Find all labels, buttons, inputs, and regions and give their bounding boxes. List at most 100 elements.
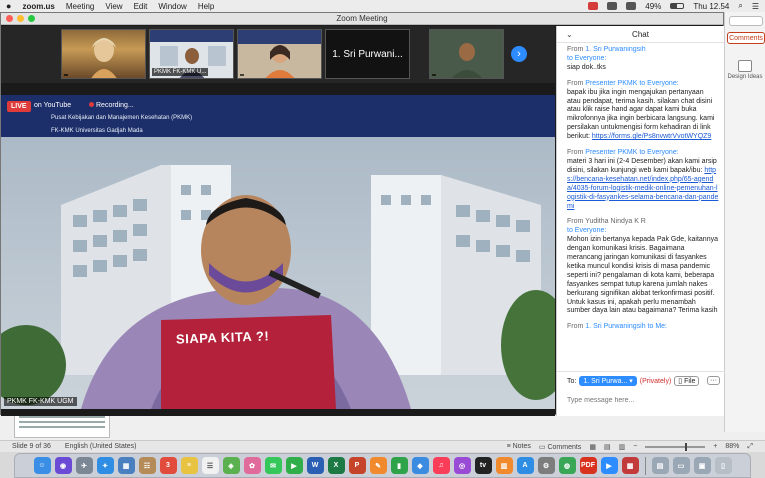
zoom-icon[interactable]: ▶ <box>600 457 618 474</box>
safari-icon[interactable]: ✦ <box>96 457 114 474</box>
photo-slideshow-icon[interactable]: ▦ <box>117 457 135 474</box>
zoom-level[interactable]: 88% <box>725 443 739 450</box>
next-page-button[interactable]: › <box>511 46 527 62</box>
recipient-select[interactable]: 1. Sri Purwa... ▾ <box>579 376 637 386</box>
chat-link[interactable]: https://forms.gle/Ps8nvwtrVvotWYQZ9 <box>592 133 711 140</box>
file-button[interactable]: ▯ File <box>674 376 700 386</box>
facetime-icon[interactable]: ▶ <box>285 457 303 474</box>
participant-tile[interactable]: PKMK FK-KMK U... <box>149 29 234 79</box>
books-icon[interactable]: ▥ <box>495 457 513 474</box>
notes-button[interactable]: ≡ Notes <box>507 443 531 450</box>
notes-icon[interactable]: ≡ <box>180 457 198 474</box>
banner-university: FK-KMK Universitas Gadjah Mada <box>51 128 143 134</box>
ppt-comments-button[interactable]: Comments <box>727 32 765 44</box>
status-comments-button[interactable]: ▭ Comments <box>539 443 581 451</box>
reading-view-icon[interactable]: ▥ <box>619 443 626 451</box>
zoom-window-title: Zoom Meeting <box>336 14 388 23</box>
chat-panel: ⌄ Chat From 1. Sri Purwaningsih to Every… <box>556 26 725 416</box>
language-indicator[interactable]: English (United States) <box>65 443 137 450</box>
maps-icon[interactable]: ◈ <box>222 457 240 474</box>
participant-tile[interactable] <box>237 29 322 79</box>
recording-dot-icon <box>89 102 94 107</box>
menu-item-help[interactable]: Help <box>198 2 214 11</box>
pdf-icon[interactable]: PDF <box>579 457 597 474</box>
banner-institution: Pusat Kebijakan dan Manajemen Kesehatan … <box>51 115 193 121</box>
control-center-icon[interactable]: ☰ <box>752 2 759 11</box>
chevron-down-icon[interactable]: ⌄ <box>566 26 573 43</box>
tv-icon[interactable]: tv <box>474 457 492 474</box>
word-icon[interactable]: W <box>306 457 324 474</box>
fullscreen-window-button[interactable] <box>28 15 35 22</box>
slide-counter: Slide 9 of 36 <box>12 443 51 450</box>
normal-view-icon[interactable]: ▦ <box>589 443 596 451</box>
messages-icon[interactable]: ✉ <box>264 457 282 474</box>
speaker-name-label: PKMK FK-KMK UGM <box>4 397 77 406</box>
zoom-meeting-window: Zoom Meeting PKMK FK-KMK U... 1. Sri Pur… <box>0 12 725 416</box>
battery-icon[interactable] <box>670 3 685 9</box>
main-speaker-video[interactable]: LIVE on YouTube Recording... Pusat Kebij… <box>1 95 555 409</box>
menu-status-area: 49% Thu 12.54 ⌕ ☰ <box>588 1 759 11</box>
live-badge[interactable]: LIVE <box>7 101 31 112</box>
keynote-icon[interactable]: ◆ <box>411 457 429 474</box>
launchpad-icon[interactable]: ✈ <box>75 457 93 474</box>
powerpoint-ribbon-right: Comments Design Ideas <box>724 12 765 432</box>
slide-sorter-icon[interactable]: ▤ <box>604 443 611 451</box>
podcasts-icon[interactable]: ◎ <box>453 457 471 474</box>
music-icon[interactable]: ♫ <box>432 457 450 474</box>
menu-item-edit[interactable]: Edit <box>134 2 148 11</box>
chat-messages[interactable]: From 1. Sri Purwaningsih to Everyone: si… <box>557 46 725 368</box>
ppt-design-ideas-button[interactable]: Design Ideas <box>727 60 763 80</box>
participant-tile[interactable] <box>61 29 146 79</box>
pages-icon[interactable]: ✎ <box>369 457 387 474</box>
menu-app-name[interactable]: zoom.us <box>22 2 54 11</box>
participant-tile-name[interactable]: 1. Sri Purwani... <box>325 29 410 79</box>
chrome-icon[interactable]: ◍ <box>558 457 576 474</box>
dock: ☺ ◉ ✈ ✦ ▦ ☷ 3 ≡ ☰ ◈ ✿ ✉ ▶ W X P ✎ ▮ ◆ ♫ ◎ tv ▥ A ⚙ ◍ PDF ▶ ▦ ▤ ▭ ▣ ▯ <box>14 453 751 478</box>
system-preferences-icon[interactable]: ⚙ <box>537 457 555 474</box>
window-controls <box>6 15 35 22</box>
menu-item-view[interactable]: View <box>105 2 122 11</box>
finder-icon[interactable]: ☺ <box>33 457 51 474</box>
more-options-button[interactable]: ··· <box>707 376 720 385</box>
downloads-icon[interactable]: ▣ <box>693 457 711 474</box>
design-ideas-label: Design Ideas <box>727 74 763 80</box>
screenshot-icon[interactable]: ▭ <box>672 457 690 474</box>
apple-menu-icon[interactable]: ● <box>6 1 11 11</box>
chat-compose: To: 1. Sri Purwa... ▾ (Privately) ▯ File… <box>557 371 725 416</box>
close-window-button[interactable] <box>6 15 13 22</box>
calendar-icon[interactable]: 3 <box>159 457 177 474</box>
chat-message-input[interactable] <box>567 394 717 406</box>
zoom-titlebar: Zoom Meeting <box>1 13 723 25</box>
youtube-live-label: on YouTube <box>34 102 72 109</box>
numbers-icon[interactable]: ▮ <box>390 457 408 474</box>
siri-icon[interactable]: ◉ <box>54 457 72 474</box>
zoom-out-icon[interactable]: − <box>633 443 637 450</box>
battery-percent: 49% <box>645 1 662 11</box>
app-store-icon[interactable]: A <box>516 457 534 474</box>
powerpoint-icon[interactable]: P <box>348 457 366 474</box>
app-grid-icon[interactable]: ▦ <box>621 457 639 474</box>
minimize-window-button[interactable] <box>17 15 24 22</box>
menu-item-meeting[interactable]: Meeting <box>66 2 94 11</box>
photos-icon[interactable]: ✿ <box>243 457 261 474</box>
recording-indicator[interactable]: Recording... <box>89 102 134 109</box>
trash-icon[interactable]: ▯ <box>714 457 732 474</box>
contacts-icon[interactable]: ☷ <box>138 457 156 474</box>
chevron-right-icon: › <box>517 48 521 60</box>
menu-clock[interactable]: Thu 12.54 <box>693 2 729 11</box>
menu-item-window[interactable]: Window <box>158 2 186 11</box>
zoom-slider[interactable] <box>645 442 706 451</box>
preview-icon[interactable]: ▤ <box>651 457 669 474</box>
wifi-icon[interactable] <box>626 2 637 10</box>
participant-tile[interactable] <box>429 29 504 79</box>
zoom-in-icon[interactable]: + <box>713 443 717 450</box>
excel-icon[interactable]: X <box>327 457 345 474</box>
chat-message: From 1. Sri Purwaningsih to Me: <box>567 323 667 331</box>
reminders-icon[interactable]: ☰ <box>201 457 219 474</box>
fit-slide-icon[interactable]: ⤢ <box>747 443 753 451</box>
spotlight-search-icon[interactable]: ⌕ <box>738 1 742 11</box>
zoom-status-icon[interactable] <box>588 2 599 10</box>
ppt-search-box[interactable] <box>729 16 763 26</box>
participant-avatar <box>238 30 321 78</box>
screen-share-icon[interactable] <box>607 2 618 10</box>
